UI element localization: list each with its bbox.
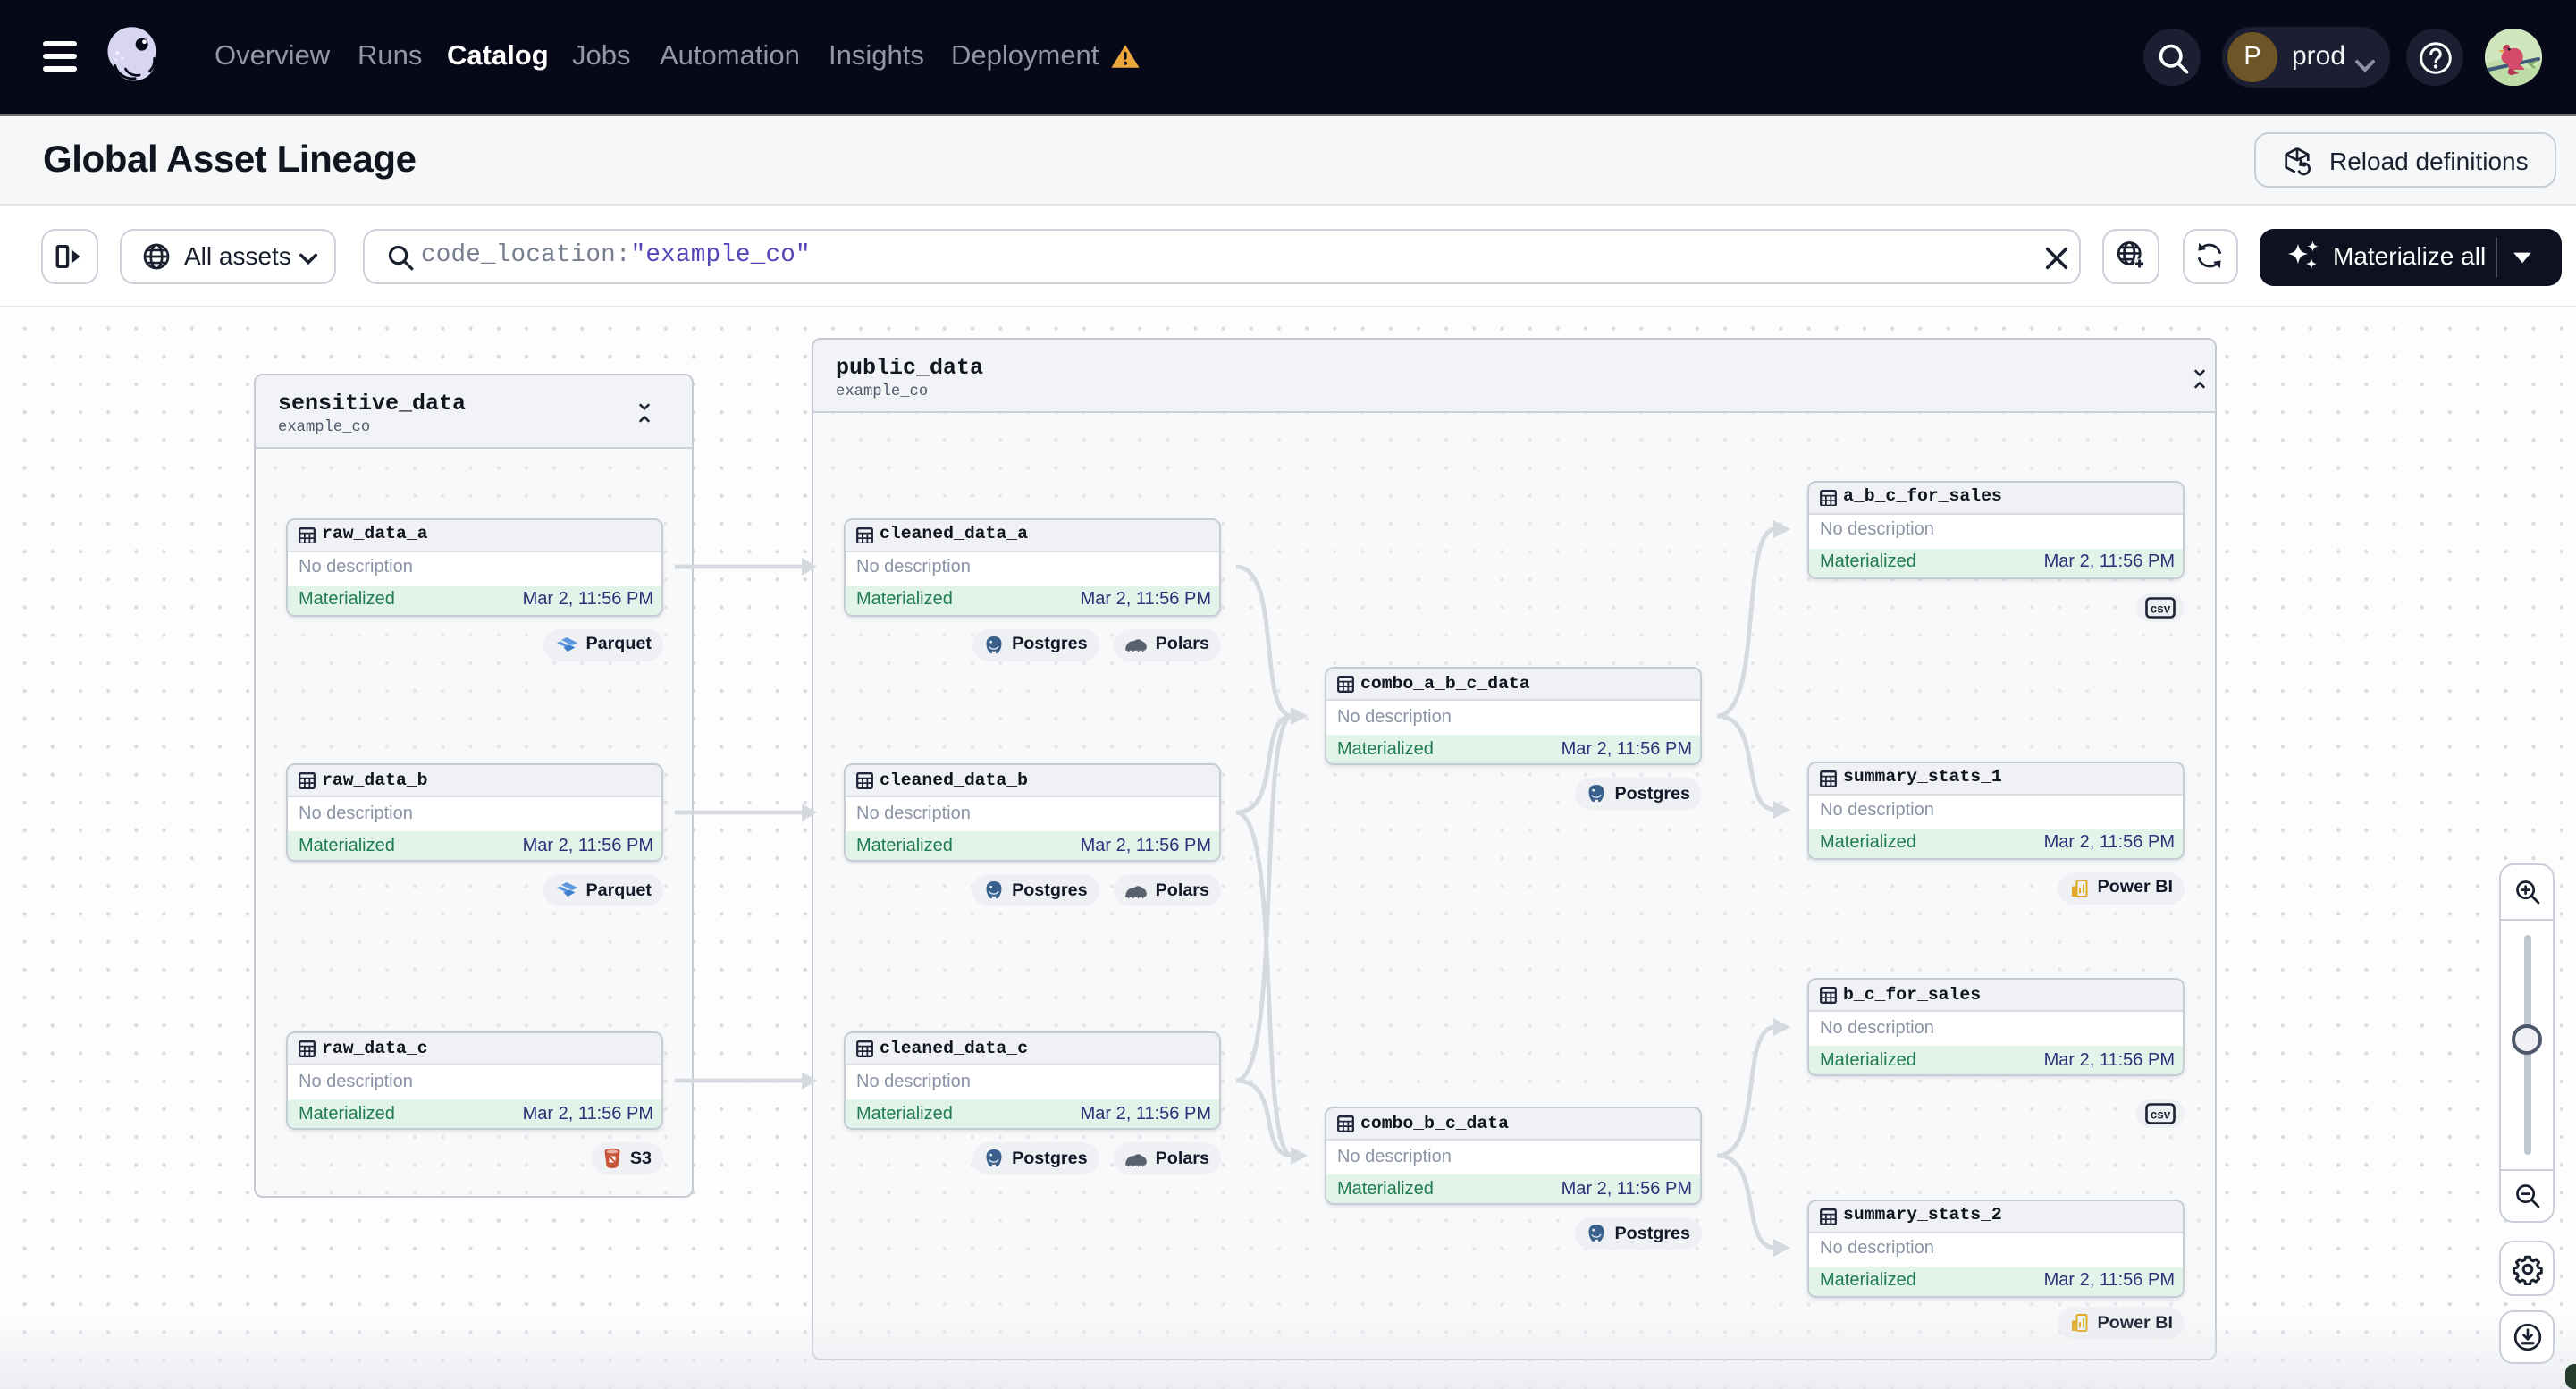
svg-text:csv: csv (2151, 1107, 2171, 1121)
svg-text:csv: csv (2151, 602, 2171, 616)
